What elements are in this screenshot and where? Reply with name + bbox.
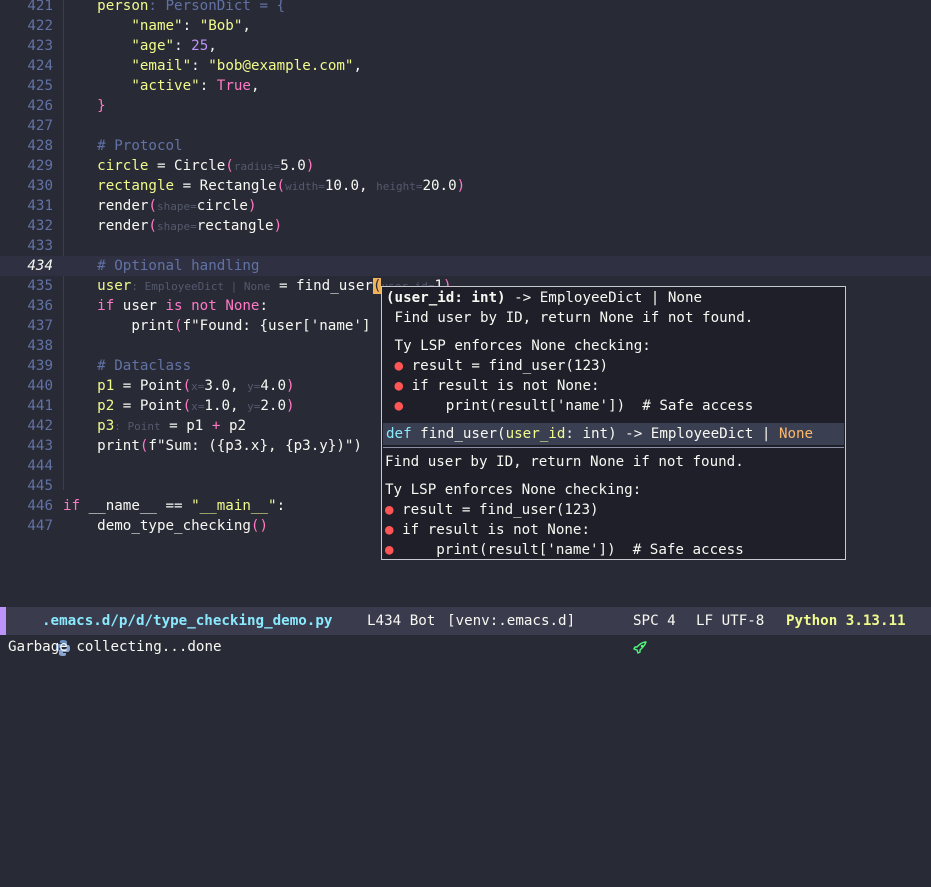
signature-return: -> EmployeeDict | None xyxy=(505,290,703,306)
line-number: 425 xyxy=(27,78,53,94)
doc-bullet: ● if result is not None: xyxy=(385,522,591,538)
doc-bullet: ● result = find_user(123) xyxy=(385,502,599,518)
code-text: # Dataclass xyxy=(97,358,192,374)
venv-indicator: [venv:.emacs.d] xyxy=(447,613,576,629)
doc-bullet: ● print(result['name']) # Safe access xyxy=(394,398,754,414)
code-line[interactable]: 431 render(shape=circle) xyxy=(0,196,931,216)
doc-bullet: ● print(result['name']) # Safe access xyxy=(385,542,744,558)
doc-bullet: ● if result is not None: xyxy=(394,378,600,394)
code-line[interactable]: 432 render(shape=rectangle) xyxy=(0,216,931,236)
line-number: 424 xyxy=(27,58,53,74)
code-line[interactable]: 433 xyxy=(0,236,931,256)
line-number: 422 xyxy=(27,18,53,34)
line-number: 428 xyxy=(27,138,53,154)
echo-area: Garbage collecting...done xyxy=(8,639,222,655)
doc-line: Find user by ID, return None if not foun… xyxy=(386,310,754,326)
line-number: 446 xyxy=(27,498,53,514)
line-number: 434 xyxy=(27,258,53,274)
buffer-path[interactable]: .emacs.d/p/d/type_checking_demo.py xyxy=(42,607,332,635)
line-number: 421 xyxy=(27,0,53,14)
line-number: 436 xyxy=(27,298,53,314)
line-number: 445 xyxy=(27,478,53,494)
line-number: 441 xyxy=(27,398,53,414)
mode-line-indicator xyxy=(0,607,6,635)
popup-separator xyxy=(383,447,844,448)
code-text: # Optional handling xyxy=(97,258,260,274)
completion-signature[interactable]: def find_user(user_id: int) -> EmployeeD… xyxy=(386,424,813,444)
line-number: 430 xyxy=(27,178,53,194)
code-text: if __name__ == "__main__": xyxy=(63,498,286,514)
mode-line: .emacs.d/p/d/type_checking_demo.py L434 … xyxy=(0,607,931,656)
line-number: 438 xyxy=(27,338,53,354)
code-text: if user is not None: xyxy=(97,298,269,314)
doc-bullet: ● result = find_user(123) xyxy=(394,358,609,374)
line-number: 429 xyxy=(27,158,53,174)
signature-line: (user_id: int) -> EmployeeDict | None xyxy=(386,288,702,308)
code-text: "active": True, xyxy=(131,78,260,94)
code-line[interactable]: 430 rectangle = Rectangle(width=10.0, he… xyxy=(0,176,931,196)
code-text: "name": "Bob", xyxy=(131,18,251,34)
code-text: "age": 25, xyxy=(131,38,217,54)
line-number: 426 xyxy=(27,98,53,114)
line-number: 439 xyxy=(27,358,53,374)
code-text: p2 = Point(x=1.0, y=2.0) xyxy=(97,398,295,414)
line-number: 427 xyxy=(27,118,53,134)
encoding[interactable]: LF UTF-8 xyxy=(696,607,764,635)
line-number: 444 xyxy=(27,458,53,474)
signature-param: (user_id: int) xyxy=(386,290,506,306)
cursor-position: L434 Bot xyxy=(367,613,436,629)
python-version[interactable]: Python 3.13.11 xyxy=(786,607,906,635)
code-text: circle = Circle(radius=5.0) xyxy=(97,158,315,174)
line-number: 447 xyxy=(27,518,53,534)
code-text: "email": "bob@example.com", xyxy=(131,58,362,74)
doc-line: Ty LSP enforces None checking: xyxy=(385,482,642,498)
line-number: 435 xyxy=(27,278,53,294)
code-text: render(shape=circle) xyxy=(63,198,257,214)
doc-line: Find user by ID, return None if not foun… xyxy=(385,454,744,470)
code-text: p3: Point = p1 + p2 xyxy=(97,418,247,434)
code-line[interactable]: 424 "email": "bob@example.com", xyxy=(0,56,931,76)
lsp-signature-popup[interactable]: (user_id: int) -> EmployeeDict | None Fi… xyxy=(381,286,846,560)
doc-line: Ty LSP enforces None checking: xyxy=(386,338,651,354)
line-number: 440 xyxy=(27,378,53,394)
line-number: 431 xyxy=(27,198,53,214)
code-line[interactable]: 421 person: PersonDict = { xyxy=(0,0,931,16)
code-text: rectangle = Rectangle(width=10.0, height… xyxy=(97,178,466,194)
line-number: 442 xyxy=(27,418,53,434)
code-text: p1 = Point(x=3.0, y=4.0) xyxy=(97,378,295,394)
code-text: render(shape=rectangle) xyxy=(63,218,283,234)
code-line[interactable]: 427 xyxy=(0,116,931,136)
code-line[interactable]: 434 # Optional handling xyxy=(0,256,931,276)
line-number: 443 xyxy=(27,438,53,454)
code-line[interactable]: 428 # Protocol xyxy=(0,136,931,156)
code-line[interactable]: 425 "active": True, xyxy=(0,76,931,96)
code-line[interactable]: 429 circle = Circle(radius=5.0) xyxy=(0,156,931,176)
code-line[interactable]: 426 } xyxy=(0,96,931,116)
line-number: 432 xyxy=(27,218,53,234)
code-text: # Protocol xyxy=(97,138,183,154)
line-number: 423 xyxy=(27,38,53,54)
code-text: person: PersonDict = { xyxy=(97,0,286,14)
code-text: } xyxy=(97,98,106,114)
indent-style[interactable]: SPC 4 xyxy=(633,607,676,635)
line-number: 437 xyxy=(27,318,53,334)
code-text: print(f"Sum: ({p3.x}, {p3.y})") xyxy=(63,438,362,454)
code-line[interactable]: 422 "name": "Bob", xyxy=(0,16,931,36)
code-text: demo_type_checking() xyxy=(63,518,269,534)
code-text: print(f"Found: {user['name'] xyxy=(63,318,371,334)
line-number: 433 xyxy=(27,238,53,254)
code-line[interactable]: 423 "age": 25, xyxy=(0,36,931,56)
